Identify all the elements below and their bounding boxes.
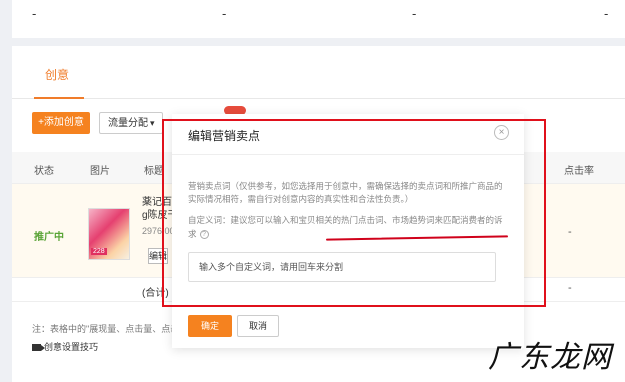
ctr-value: - <box>568 226 572 238</box>
traffic-allocation-dropdown[interactable]: 流量分配 ▾ <box>99 112 163 134</box>
summary-value: - <box>32 6 37 21</box>
price-tag: 228 <box>91 248 107 255</box>
edit-selling-points-dialog: 编辑营销卖点 × 营销卖点词（仅供参考，如您选择用于创意中，需确保选择的卖点词和… <box>172 114 524 348</box>
summary-value: - <box>412 6 417 21</box>
chevron-down-icon: ▾ <box>150 118 155 128</box>
selling-point-hint: 营销卖点词（仅供参考，如您选择用于创意中，需确保选择的卖点词和所推广商品的实际情… <box>188 181 503 204</box>
cancel-button[interactable]: 取消 <box>237 315 279 337</box>
close-icon[interactable]: × <box>494 125 509 140</box>
creative-id: 2976.00 <box>142 226 175 236</box>
total-label: (合计) <box>142 288 169 299</box>
tab-active-indicator <box>34 97 84 99</box>
dialog-divider <box>172 154 524 155</box>
custom-words-input[interactable] <box>188 252 496 282</box>
watermark-logo: 广东龙网 <box>488 340 612 375</box>
creative-tips-label: 创意设置技巧 <box>44 342 99 352</box>
total-ctr: - <box>568 282 572 294</box>
summary-value: - <box>222 6 227 21</box>
dialog-title: 编辑营销卖点 <box>188 129 261 143</box>
status-badge: 推广中 <box>34 232 64 243</box>
help-icon[interactable]: ? <box>199 230 209 240</box>
add-creative-button[interactable]: +添加创意 <box>32 112 90 134</box>
traffic-allocation-label: 流量分配 <box>108 118 148 129</box>
tab-divider <box>12 98 625 99</box>
summary-card: - - - - <box>12 0 625 38</box>
creative-tips-link[interactable]: 创意设置技巧 <box>32 340 98 353</box>
column-header-status: 状态 <box>34 166 54 177</box>
edit-creative-button[interactable]: 编辑 <box>148 248 168 264</box>
video-icon <box>32 344 45 352</box>
column-header-title: 标题 <box>144 166 164 177</box>
summary-value: - <box>604 6 609 21</box>
column-header-image: 图片 <box>90 166 110 177</box>
tab-creative[interactable]: 创意 <box>45 66 69 83</box>
table-note: 注：表格中的"展现量、点击量、点击 <box>32 324 180 334</box>
column-header-ctr: 点击率 <box>564 166 594 177</box>
confirm-button[interactable]: 确定 <box>188 315 232 337</box>
product-image[interactable]: 228 <box>88 208 130 260</box>
